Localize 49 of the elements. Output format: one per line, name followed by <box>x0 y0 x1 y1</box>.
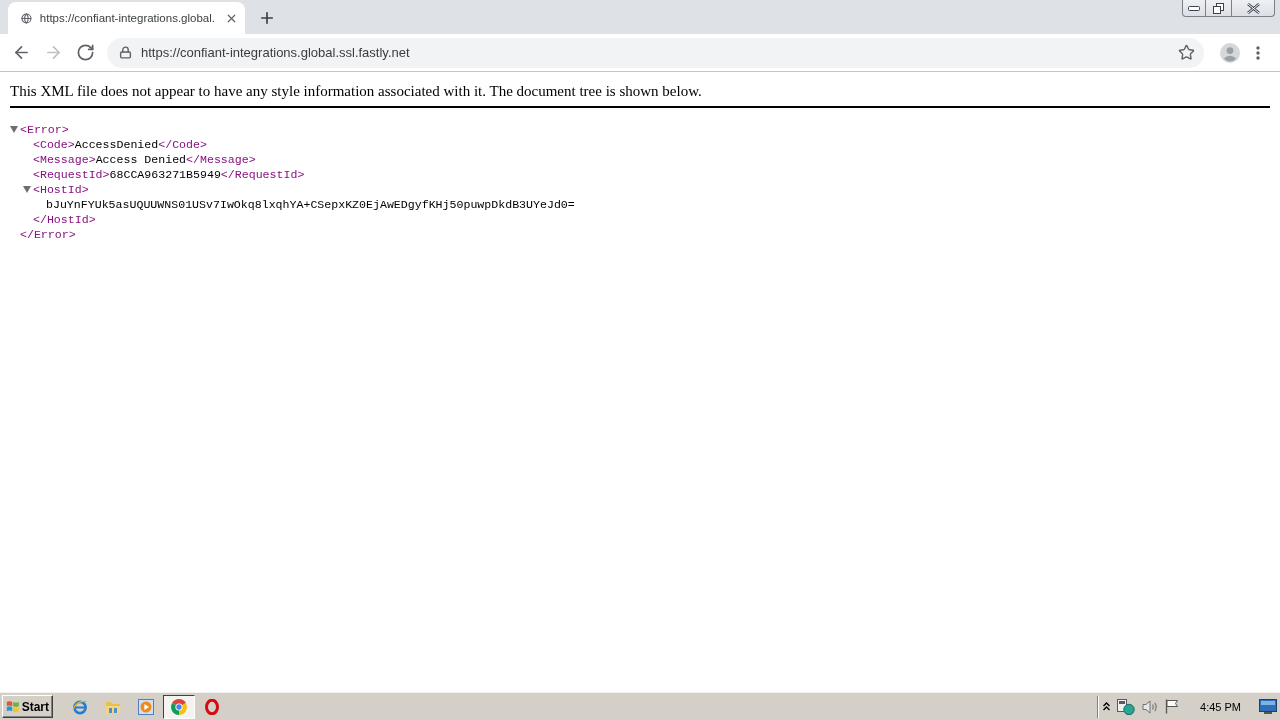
xml-text: 68CCA963271B5949 <box>109 167 221 182</box>
xml-text: Access Denied <box>95 152 187 167</box>
show-desktop-button[interactable] <box>1258 696 1278 717</box>
taskbar-app-button[interactable] <box>163 694 195 719</box>
e-logo-icon <box>72 698 88 715</box>
avatar-icon <box>1220 42 1240 63</box>
xml-tag: <Message> <box>33 152 96 167</box>
xml-text: AccessDenied <box>74 137 159 152</box>
lock-icon <box>119 46 132 59</box>
collapse-toggle-icon[interactable] <box>23 186 31 193</box>
minimize-icon <box>1188 5 1200 11</box>
xml-tag: <Code> <box>33 137 75 152</box>
star-icon <box>1177 44 1195 61</box>
xml-tag: </Message> <box>186 152 256 167</box>
close-icon <box>1246 2 1260 14</box>
collapse-toggle-icon[interactable] <box>10 126 18 133</box>
monitor-icon <box>1259 699 1277 714</box>
network-icon[interactable] <box>1117 698 1136 715</box>
xml-tag: </Error> <box>20 227 76 242</box>
xml-tag: </Code> <box>158 137 207 152</box>
start-button[interactable]: Start <box>2 695 53 718</box>
chevron-up-icon[interactable] <box>1103 702 1111 711</box>
xml-notice: This XML file does not appear to have any style information associated with it. The document tree is shown below. <box>10 82 1270 108</box>
xml-tag: <HostId> <box>33 182 89 197</box>
restore-icon <box>1213 2 1224 14</box>
globe-icon <box>21 10 32 26</box>
plus-icon <box>258 9 276 27</box>
browser-tab[interactable]: https://confiant-integrations.global. <box>8 2 245 34</box>
tab-title: https://confiant-integrations.global. <box>39 12 215 24</box>
round-logo-icon <box>171 698 187 715</box>
folder-icon <box>105 699 121 714</box>
minimize-button[interactable] <box>1182 0 1206 17</box>
clock-text: 4:45 PM <box>1200 700 1241 713</box>
restore-button[interactable] <box>1206 0 1232 17</box>
xml-text: bJuYnFYUk5asUQUUWNS01USv7IwOkq8lxqhYA+CSepxKZ0EjAwEDgyfKHj50puwpDkdB3UYeJd0= <box>46 197 575 212</box>
xml-tag: </RequestId> <box>220 167 305 182</box>
url-text: https://confiant-integrations.global.ssl.fastly.net <box>141 45 411 60</box>
reload-icon <box>75 43 95 62</box>
menu-icon <box>1256 45 1260 60</box>
flag-logo-icon <box>6 699 20 714</box>
address-bar[interactable]: https://confiant-integrations.global.ssl.fastly.net <box>107 37 1204 68</box>
play-icon <box>138 698 154 715</box>
xml-tag: <RequestId> <box>33 167 110 182</box>
xml-tag: <Error> <box>20 122 69 137</box>
ring-logo-icon <box>205 698 219 715</box>
close-window-button[interactable] <box>1232 0 1275 17</box>
xml-tag: </HostId> <box>33 212 96 227</box>
flag-icon[interactable] <box>1165 699 1180 714</box>
speaker-icon[interactable] <box>1142 699 1159 714</box>
